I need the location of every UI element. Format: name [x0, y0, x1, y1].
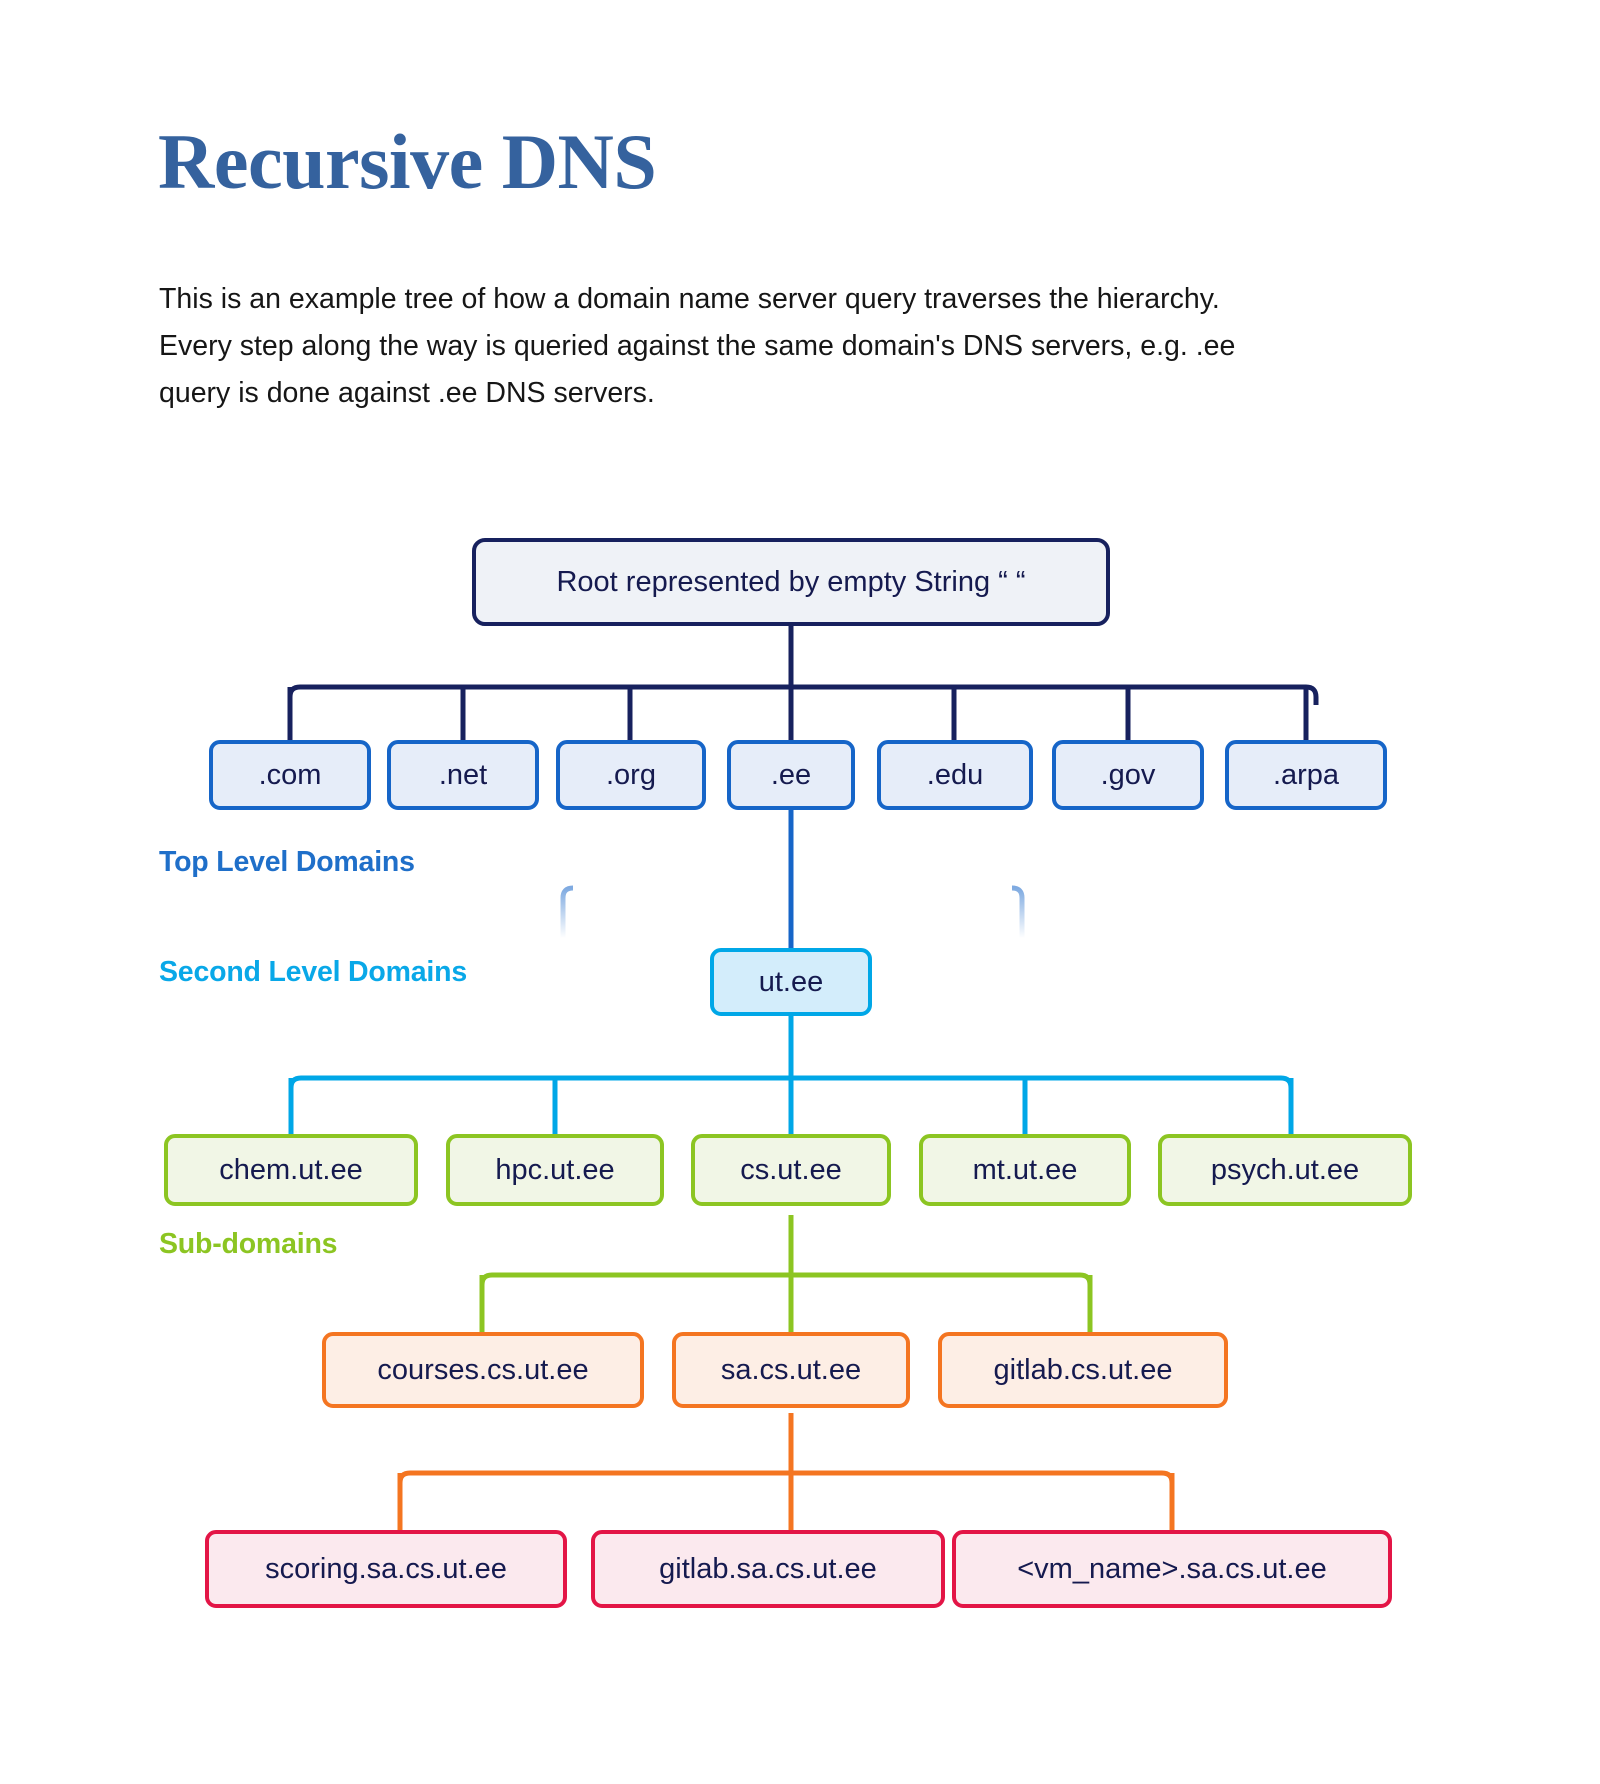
node-label: gitlab.cs.ut.ee — [993, 1353, 1173, 1386]
node-tld-edu[interactable]: .edu — [877, 740, 1033, 810]
node-label: gitlab.sa.cs.ut.ee — [659, 1552, 877, 1585]
diagram-page: Recursive DNS This is an example tree of… — [0, 0, 1600, 1784]
node-label: .arpa — [1272, 758, 1340, 791]
node-label: hpc.ut.ee — [495, 1153, 615, 1186]
node-label: <vm_name>.sa.cs.ut.ee — [1017, 1552, 1327, 1585]
node-sub-cs-ut-ee[interactable]: cs.ut.ee — [691, 1134, 891, 1206]
node-scoring-sa-cs-ut-ee[interactable]: scoring.sa.cs.ut.ee — [205, 1530, 567, 1608]
node-sld-ut-ee[interactable]: ut.ee — [710, 948, 872, 1016]
node-label: psych.ut.ee — [1210, 1153, 1360, 1186]
page-title: Recursive DNS — [158, 118, 657, 205]
intro-paragraph: This is an example tree of how a domain … — [159, 283, 1236, 409]
node-tld-com[interactable]: .com — [209, 740, 371, 810]
node-tld-net[interactable]: .net — [387, 740, 539, 810]
node-gitlab-cs-ut-ee[interactable]: gitlab.cs.ut.ee — [938, 1332, 1228, 1408]
node-sa-cs-ut-ee[interactable]: sa.cs.ut.ee — [672, 1332, 910, 1408]
node-label: .net — [438, 758, 488, 791]
node-root[interactable]: Root represented by empty String “ “ — [472, 538, 1110, 626]
node-label: .org — [606, 758, 656, 791]
node-vmname-sa-cs-ut-ee[interactable]: <vm_name>.sa.cs.ut.ee — [952, 1530, 1392, 1608]
node-label: .edu — [926, 758, 984, 791]
node-tld-arpa[interactable]: .arpa — [1225, 740, 1387, 810]
node-label: chem.ut.ee — [219, 1153, 363, 1186]
node-sub-chem-ut-ee[interactable]: chem.ut.ee — [164, 1134, 418, 1206]
node-root-label: Root represented by empty String “ “ — [556, 565, 1026, 598]
tier-label-top-level: Top Level Domains — [159, 846, 415, 878]
tier-label-sub-domains: Sub-domains — [159, 1228, 338, 1260]
node-label: courses.cs.ut.ee — [377, 1353, 589, 1386]
node-label: sa.cs.ut.ee — [720, 1353, 862, 1386]
node-gitlab-sa-cs-ut-ee[interactable]: gitlab.sa.cs.ut.ee — [591, 1530, 945, 1608]
node-sub-psych-ut-ee[interactable]: psych.ut.ee — [1158, 1134, 1412, 1206]
node-sub-hpc-ut-ee[interactable]: hpc.ut.ee — [446, 1134, 664, 1206]
node-sub-mt-ut-ee[interactable]: mt.ut.ee — [919, 1134, 1131, 1206]
node-label: .ee — [770, 758, 812, 791]
node-courses-cs-ut-ee[interactable]: courses.cs.ut.ee — [322, 1332, 644, 1408]
node-label: ut.ee — [758, 965, 824, 998]
node-label: mt.ut.ee — [972, 1153, 1078, 1186]
tier-label-second-level: Second Level Domains — [159, 956, 468, 988]
connector-lines — [287, 625, 1319, 1530]
node-tld-org[interactable]: .org — [556, 740, 706, 810]
node-label: cs.ut.ee — [740, 1153, 842, 1186]
node-tld-gov[interactable]: .gov — [1052, 740, 1204, 810]
node-label: .com — [258, 758, 322, 791]
node-label: scoring.sa.cs.ut.ee — [265, 1552, 507, 1585]
node-tld-ee[interactable]: .ee — [727, 740, 855, 810]
node-label: .gov — [1100, 758, 1156, 791]
